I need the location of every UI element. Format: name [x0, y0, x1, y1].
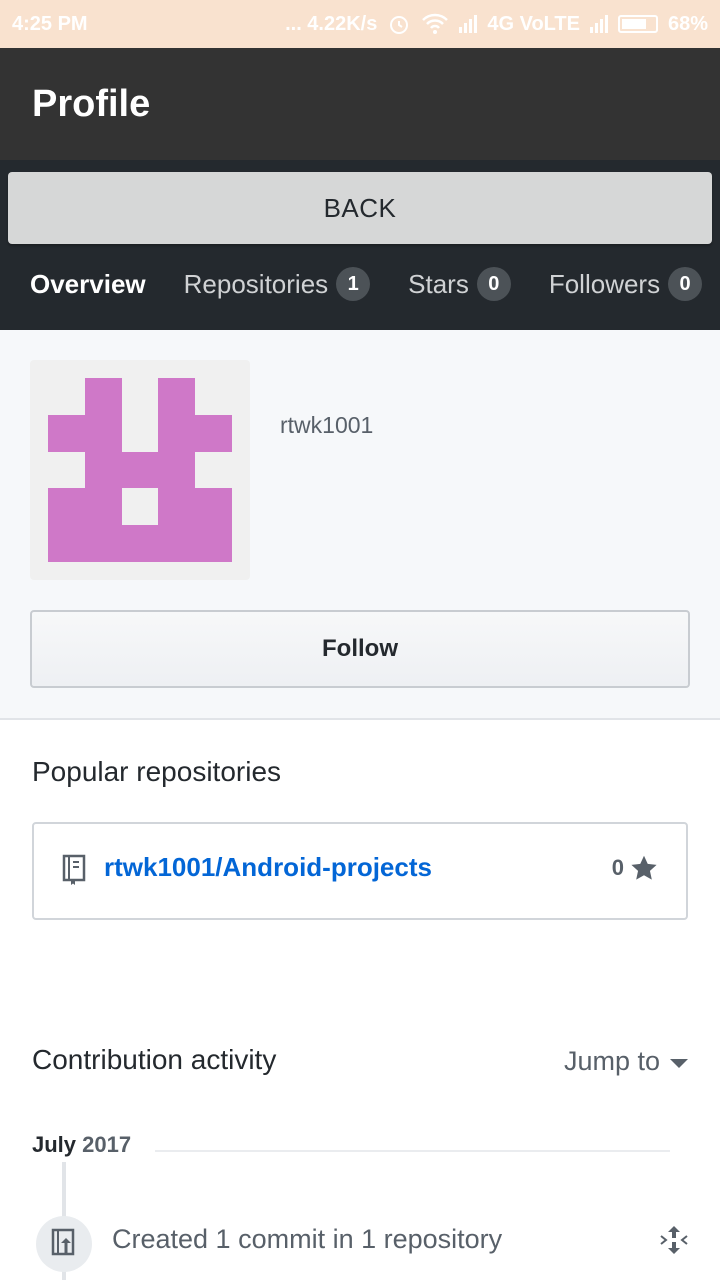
follow-button[interactable]: Follow — [30, 610, 690, 688]
signal-icon-2 — [589, 15, 608, 33]
status-bar: 4:25 PM ... 4.22K/s 4G VoLTE 68% — [0, 0, 720, 48]
star-count: 0 — [611, 855, 624, 880]
avatar-pixel — [195, 415, 232, 452]
popular-repositories-heading: Popular repositories — [32, 756, 282, 787]
avatar-pixel — [158, 378, 195, 452]
repo-link[interactable]: rtwk1001/Android-projects — [104, 852, 432, 883]
app-bar: Profile — [0, 48, 720, 160]
battery-percent: 68% — [667, 12, 708, 35]
username: rtwk1001 — [280, 412, 374, 438]
battery-icon — [617, 15, 658, 33]
jump-to-dropdown[interactable]: Jump to — [564, 1046, 688, 1077]
back-button[interactable]: BACK — [8, 172, 712, 244]
status-indicators: ... 4.22K/s 4G VoLTE 68% — [285, 12, 708, 36]
profile-section: rtwk1001 Follow — [0, 330, 720, 720]
unfold-icon[interactable] — [658, 1224, 690, 1256]
tab-count-badge: 0 — [476, 267, 511, 301]
avatar[interactable] — [30, 360, 250, 580]
avatar-pixel — [85, 452, 195, 488]
month-divider — [155, 1150, 670, 1152]
wifi-icon — [422, 13, 449, 34]
repo-push-icon — [51, 1228, 75, 1256]
repo-icon — [62, 854, 86, 885]
tab-repositories[interactable]: Repositories 1 — [184, 267, 371, 301]
tab-stars[interactable]: Stars 0 — [408, 267, 511, 301]
month-year: 2017 — [82, 1132, 132, 1157]
tab-count-badge: 1 — [336, 267, 371, 301]
commit-badge — [36, 1216, 92, 1272]
month-name: July — [32, 1132, 77, 1157]
avatar-pixel — [158, 488, 232, 562]
tab-label: Stars — [408, 268, 469, 299]
avatar-pixel — [85, 378, 122, 452]
tab-label: Repositories — [183, 268, 329, 299]
tab-overview[interactable]: Overview — [30, 269, 146, 300]
alarm-icon — [390, 16, 409, 34]
timeline-month: July 2017 — [32, 1132, 131, 1158]
chevron-down-icon — [670, 1059, 688, 1068]
repo-card[interactable]: rtwk1001/Android-projects 0 — [32, 822, 688, 920]
jump-to-label: Jump to — [563, 1046, 660, 1076]
tab-count-badge: 0 — [668, 267, 703, 301]
status-time: 4:25 PM — [12, 12, 88, 35]
tab-label: Followers — [548, 268, 661, 299]
tab-label: Overview — [30, 268, 146, 299]
avatar-pixel — [48, 415, 85, 452]
network-type: 4G VoLTE — [487, 12, 580, 35]
tab-followers[interactable]: Followers 0 — [548, 267, 703, 301]
repo-star-count: 0 — [612, 854, 658, 882]
signal-icon — [459, 15, 478, 33]
avatar-pixel — [48, 488, 122, 562]
network-speed: ... 4.22K/s — [285, 12, 378, 35]
profile-tabs: Overview Repositories 1 Stars 0 Follower… — [30, 258, 720, 310]
avatar-pixel — [122, 525, 158, 562]
activity-item-text[interactable]: Created 1 commit in 1 repository — [112, 1224, 502, 1255]
profile-header: BACK Overview Repositories 1 Stars 0 Fol… — [0, 160, 720, 330]
star-icon — [631, 855, 657, 880]
contribution-activity-heading: Contribution activity — [32, 1044, 277, 1075]
page-title: Profile — [32, 82, 151, 125]
